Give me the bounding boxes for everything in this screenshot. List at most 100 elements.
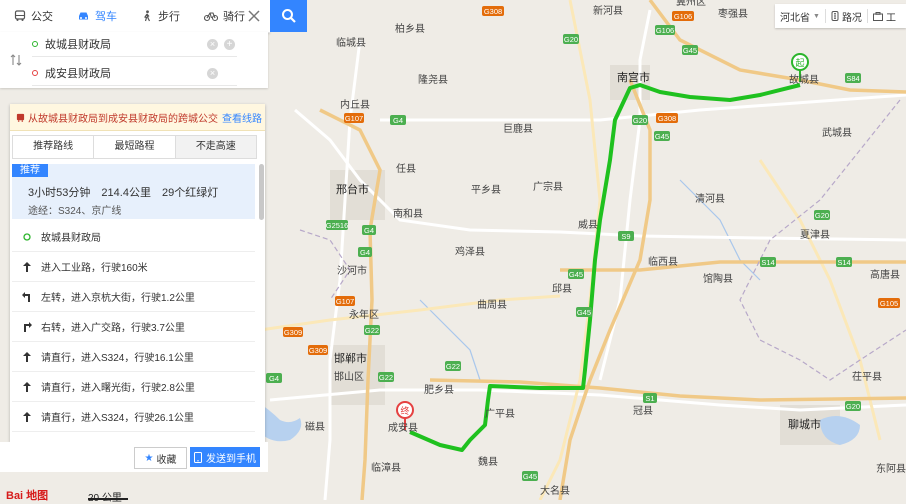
- svg-text:邯郸市: 邯郸市: [334, 351, 367, 365]
- svg-text:临西县: 临西县: [648, 255, 678, 268]
- svg-text:威县: 威县: [578, 218, 598, 231]
- svg-text:G4: G4: [269, 374, 279, 383]
- mode-bus[interactable]: 公交: [0, 0, 63, 32]
- svg-text:G308: G308: [658, 114, 676, 123]
- svg-text:邯山区: 邯山区: [334, 370, 364, 383]
- tab-recommended[interactable]: 推荐路线: [13, 136, 95, 158]
- list-item[interactable]: 请直行，进入S324，行驶26.1公里: [12, 402, 255, 432]
- panel-footer: ★ 收藏 发送到手机: [0, 442, 268, 472]
- tab-no-highway[interactable]: 不走高速: [175, 136, 256, 158]
- clear-start-icon[interactable]: ×: [207, 39, 218, 50]
- svg-text:巨鹿县: 巨鹿县: [503, 122, 533, 135]
- favorite-label: 收藏: [156, 454, 177, 466]
- tools-label: 工: [885, 12, 896, 24]
- list-item[interactable]: 右转，进入广交路，行驶3.7公里: [12, 312, 255, 342]
- svg-text:清河县: 清河县: [695, 192, 725, 205]
- svg-text:夏津县: 夏津县: [800, 229, 830, 241]
- list-item[interactable]: 故城县财政局: [12, 222, 255, 252]
- svg-text:G2516: G2516: [326, 221, 349, 230]
- svg-text:G45: G45: [523, 472, 537, 481]
- svg-text:隆尧县: 隆尧县: [418, 73, 448, 86]
- svg-text:冠县: 冠县: [633, 405, 653, 417]
- route-time: 3小时53分钟: [28, 187, 91, 199]
- svg-text:G4: G4: [364, 226, 374, 235]
- svg-text:广平县: 广平县: [485, 408, 515, 420]
- chevron-down-icon: ▼: [813, 12, 820, 20]
- svg-text:内丘县: 内丘县: [340, 98, 370, 111]
- swap-icon[interactable]: [10, 54, 22, 66]
- route-summary[interactable]: 推荐 3小时53分钟 214.4公里 29个红绿灯 途经：S324、京广线: [12, 164, 255, 219]
- svg-text:G309: G309: [284, 328, 302, 337]
- traffic-button[interactable]: 路况: [826, 9, 867, 24]
- route-via: 途经：S324、京广线: [28, 206, 122, 217]
- list-item[interactable]: 左转，进入京杭大街，行驶1.2公里: [12, 282, 255, 312]
- tools-button[interactable]: 工: [868, 9, 901, 24]
- svg-text:沙河市: 沙河市: [337, 264, 367, 277]
- scrollbar[interactable]: [259, 164, 264, 220]
- add-waypoint-icon[interactable]: +: [224, 39, 235, 50]
- view-lines-link[interactable]: 查看线路: [222, 110, 262, 125]
- region-selector[interactable]: 河北省 ▼: [775, 9, 825, 24]
- top-right-toolbar: 河北省 ▼ 路况 工: [775, 4, 906, 28]
- step-text: 右转，进入广交路，行驶3.7公里: [41, 323, 185, 334]
- tab-shortest[interactable]: 最短路程: [94, 136, 176, 158]
- svg-text:G22: G22: [365, 326, 379, 335]
- svg-text:成安县: 成安县: [388, 421, 418, 434]
- end-input-value: 成安县财政局: [45, 68, 111, 80]
- favorite-button[interactable]: ★ 收藏: [134, 447, 187, 469]
- traffic-icon: [831, 11, 839, 21]
- svg-text:G20: G20: [815, 211, 829, 220]
- svg-text:柏乡县: 柏乡县: [395, 22, 425, 35]
- svg-text:魏县: 魏县: [478, 455, 498, 468]
- straight-arrow-icon: [23, 261, 31, 272]
- route-lights: 29个红绿灯: [162, 187, 219, 199]
- phone-icon: [194, 451, 202, 463]
- svg-text:鸡泽县: 鸡泽县: [455, 245, 485, 258]
- start-input-value: 故城县财政局: [45, 39, 111, 51]
- close-icon[interactable]: [246, 8, 262, 24]
- send-to-phone-button[interactable]: 发送到手机: [190, 447, 260, 467]
- bus-icon: [14, 10, 26, 21]
- mode-walk[interactable]: 步行: [127, 0, 190, 32]
- list-item[interactable]: 进入工业路，行驶160米: [12, 252, 255, 282]
- svg-text:广宗县: 广宗县: [533, 180, 563, 193]
- svg-text:G22: G22: [379, 373, 393, 382]
- logo-text: Bai 地图: [6, 490, 49, 502]
- svg-text:G20: G20: [564, 35, 578, 44]
- straight-arrow-icon: [23, 351, 31, 362]
- svg-text:S14: S14: [837, 258, 850, 267]
- search-button[interactable]: [270, 0, 307, 32]
- tip-text: 从故城县财政局到成安县财政局的跨城公交: [28, 113, 218, 125]
- list-item[interactable]: 请直行，进入S324，行驶16.1公里: [12, 342, 255, 372]
- scale-label: 20 公里: [88, 489, 122, 504]
- svg-text:临城县: 临城县: [336, 36, 366, 49]
- step-text: 请直行，进入曙光街，行驶2.8公里: [41, 383, 195, 394]
- svg-text:曲周县: 曲周县: [477, 299, 507, 311]
- svg-text:G106: G106: [674, 12, 692, 21]
- svg-text:武城县: 武城县: [822, 126, 852, 139]
- svg-text:G20: G20: [846, 402, 860, 411]
- search-icon: [281, 9, 296, 23]
- svg-text:起: 起: [795, 58, 804, 68]
- clear-end-icon[interactable]: ×: [207, 68, 218, 79]
- svg-text:故城县: 故城县: [789, 73, 819, 86]
- svg-text:永年区: 永年区: [349, 308, 379, 321]
- svg-text:东阿县: 东阿县: [876, 462, 906, 475]
- list-item[interactable]: 请直行，进入曙光街，行驶2.8公里: [12, 372, 255, 402]
- region-label: 河北省: [780, 12, 810, 24]
- svg-text:邱县: 邱县: [552, 282, 572, 295]
- recommended-badge: 推荐: [12, 164, 48, 177]
- svg-text:S84: S84: [846, 74, 859, 83]
- svg-text:新河县: 新河县: [593, 4, 623, 17]
- mode-label: 公交: [31, 11, 53, 23]
- step-text: 请直行，进入S324，行驶16.1公里: [41, 353, 194, 364]
- mode-car[interactable]: 驾车: [63, 0, 127, 32]
- toolbox-icon: [872, 11, 883, 21]
- svg-text:G45: G45: [683, 46, 697, 55]
- svg-text:G309: G309: [309, 346, 327, 355]
- route-distance: 214.4公里: [101, 187, 151, 199]
- route-results-panel: 从故城县财政局到成安县财政局的跨城公交 查看线路 推荐路线 最短路程 不走高速 …: [10, 104, 265, 442]
- traffic-label: 路况: [841, 12, 862, 24]
- turn-right-icon: [24, 321, 32, 332]
- svg-text:G20: G20: [633, 116, 647, 125]
